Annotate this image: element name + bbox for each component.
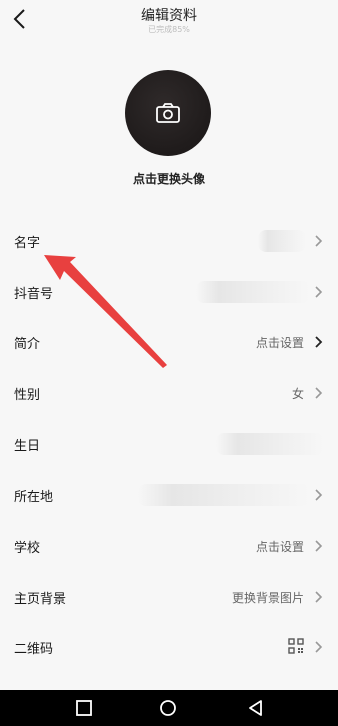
system-nav-bar — [0, 690, 338, 726]
row-label: 学校 — [14, 541, 41, 556]
chevron-right-icon — [315, 387, 323, 399]
blurred-value — [258, 230, 306, 252]
blurred-value — [138, 484, 310, 506]
home-icon[interactable] — [158, 698, 178, 718]
blurred-value — [196, 281, 310, 303]
chevron-right-icon — [315, 540, 323, 552]
row-name[interactable]: 名字 — [0, 216, 338, 266]
back-nav-icon[interactable] — [246, 698, 266, 718]
chevron-right-icon — [315, 336, 323, 348]
change-avatar-label[interactable]: 点击更换头像 — [0, 170, 338, 187]
qr-code-icon — [288, 638, 304, 654]
blurred-value — [216, 433, 324, 455]
row-value: 女 — [291, 387, 304, 401]
row-label: 简介 — [14, 337, 41, 352]
recent-apps-icon[interactable] — [74, 698, 94, 718]
chevron-right-icon — [315, 641, 323, 653]
row-birthday[interactable]: 生日 — [0, 419, 338, 469]
chevron-right-icon — [315, 235, 323, 247]
header: 编辑资料 已完成85% — [0, 0, 338, 44]
row-label: 主页背景 — [14, 592, 67, 607]
row-douyin-id[interactable]: 抖音号 — [0, 267, 338, 317]
page-title: 编辑资料 — [141, 8, 197, 24]
row-label: 所在地 — [14, 490, 54, 505]
row-gender[interactable]: 性别 女 — [0, 368, 338, 418]
row-label: 抖音号 — [14, 287, 54, 302]
row-value: 点击设置 — [255, 540, 304, 554]
chevron-right-icon — [315, 286, 323, 298]
avatar[interactable] — [125, 70, 211, 156]
row-qr-code[interactable]: 二维码 — [0, 622, 338, 672]
completion-status: 已完成85% — [148, 25, 190, 34]
row-profile-background[interactable]: 主页背景 更换背景图片 — [0, 572, 338, 622]
row-label: 生日 — [14, 439, 41, 454]
chevron-right-icon — [315, 591, 323, 603]
row-value: 点击设置 — [255, 336, 304, 350]
row-bio[interactable]: 简介 点击设置 — [0, 317, 338, 367]
row-label: 二维码 — [14, 642, 54, 657]
camera-icon — [156, 103, 180, 123]
chevron-right-icon — [315, 489, 323, 501]
row-value: 更换背景图片 — [231, 591, 304, 605]
row-school[interactable]: 学校 点击设置 — [0, 521, 338, 571]
row-location[interactable]: 所在地 — [0, 470, 338, 520]
row-label: 名字 — [14, 236, 41, 251]
row-label: 性别 — [14, 388, 41, 403]
